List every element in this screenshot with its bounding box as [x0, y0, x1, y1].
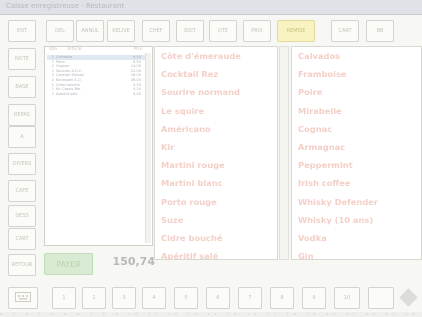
number-button-6[interactable]: 6 — [206, 287, 230, 309]
keyboard-icon — [15, 292, 31, 304]
product-list-scrollbar[interactable] — [279, 46, 289, 260]
number-button-9[interactable]: 9 — [302, 287, 326, 309]
ticket-panel: Qte Article Prix 1 Calvados 6.50 1 Poire 6.5… — [44, 46, 153, 246]
ticket-header-article: Article — [67, 47, 82, 52]
product-item[interactable]: Martini blanc — [155, 174, 277, 192]
title-bar: Caisse enregistreuse - Restaurant — [0, 0, 422, 15]
top-button-discount[interactable]: REMISE — [277, 20, 315, 42]
product-item[interactable]: Irish coffee — [292, 174, 421, 192]
product-item[interactable]: Américano — [155, 120, 277, 138]
product-item[interactable]: Côte d'émeraude — [155, 47, 277, 65]
product-item[interactable]: Framboise — [292, 65, 421, 83]
number-button-7[interactable]: 7 — [238, 287, 262, 309]
number-button-8[interactable]: 8 — [270, 287, 294, 309]
window-title: Caisse enregistreuse - Restaurant — [6, 2, 125, 10]
top-button-price[interactable]: PRIX — [243, 20, 271, 42]
product-list-digestifs: Calvados Framboise Poire Mirabelle Cogna… — [291, 46, 422, 261]
ticket-scrollbar[interactable] — [145, 53, 151, 243]
left-button-base[interactable]: BASE — [8, 76, 36, 98]
product-item[interactable]: Armagnac — [292, 138, 421, 156]
top-button-enter[interactable]: ENT — [8, 20, 36, 42]
top-button-bb[interactable]: BB — [366, 20, 394, 42]
product-item[interactable]: Whisky (10 ans) — [292, 211, 421, 229]
top-button-relive[interactable]: RELIVE — [107, 20, 135, 42]
diamond-icon[interactable] — [399, 288, 418, 307]
ticket-line[interactable]: 1 Aperitif sale 4.00 — [47, 92, 147, 97]
top-button-card[interactable]: CART — [331, 20, 359, 42]
ticket-list[interactable]: 1 Calvados 6.50 1 Poire 6.50 2 Cognac 14.00 1S… — [47, 55, 147, 96]
product-item[interactable]: Cidre bouché — [155, 229, 277, 247]
product-item[interactable]: Calvados — [292, 47, 421, 65]
top-button-chef[interactable]: CHEF — [142, 20, 170, 42]
product-item[interactable]: Apéritif salé — [155, 247, 277, 265]
ticket-header: Qte Article Prix — [45, 47, 152, 54]
top-button-qty[interactable]: QTE — [209, 20, 237, 42]
left-button-cafe[interactable]: CAFE — [8, 180, 36, 202]
left-button-cart[interactable]: CART — [8, 228, 36, 250]
product-item[interactable]: Suze — [155, 211, 277, 229]
product-item[interactable]: Peppermint — [292, 156, 421, 174]
keyboard-button[interactable] — [8, 287, 38, 309]
left-button-a[interactable]: A — [8, 126, 36, 148]
number-button-2[interactable]: 2 — [82, 287, 106, 309]
product-item[interactable]: Le squire — [155, 102, 277, 120]
number-button-3[interactable]: 3 — [112, 287, 136, 309]
product-item[interactable]: Whisky Defender — [292, 193, 421, 211]
product-item[interactable]: Kir — [155, 138, 277, 156]
product-item[interactable]: Mirabelle — [292, 102, 421, 120]
number-button-1[interactable]: 1 — [52, 287, 76, 309]
total-amount: 150,74 — [112, 255, 155, 268]
top-button-delete[interactable]: DEL — [46, 20, 74, 42]
ticket-header-qty: Qte — [49, 47, 58, 52]
top-button-edit[interactable]: EDIT — [176, 20, 204, 42]
left-button-divers[interactable]: DIVERS — [8, 153, 36, 175]
left-button-note[interactable]: NOTE — [8, 48, 36, 70]
left-button-repas[interactable]: REPAS — [8, 104, 36, 126]
product-item[interactable]: Vodka — [292, 229, 421, 247]
number-button-5[interactable]: 5 — [174, 287, 198, 309]
product-item[interactable]: Poire — [292, 83, 421, 101]
product-item[interactable]: Martini rouge — [155, 156, 277, 174]
product-item[interactable]: Cocktail Rez — [155, 65, 277, 83]
product-item[interactable]: Porto rouge — [155, 193, 277, 211]
pay-button[interactable]: PAYER — [44, 253, 93, 275]
left-button-dess[interactable]: DESS — [8, 205, 36, 227]
top-button-cancel[interactable]: ANNUL — [76, 20, 104, 42]
number-button-10[interactable]: 10 — [334, 287, 360, 309]
product-item[interactable]: Gin — [292, 247, 421, 265]
product-item[interactable]: Sourire normand — [155, 83, 277, 101]
number-button-4[interactable]: 4 — [142, 287, 166, 309]
ruler: 0 1 2 3 4 5 6 7 8 9 10 11 12 13 14 15 16… — [0, 312, 422, 317]
decimal-button[interactable]: . — [368, 287, 394, 309]
product-list-aperitifs: Côte d'émeraude Cocktail Rez Sourire nor… — [154, 46, 278, 261]
product-item[interactable]: Cognac — [292, 120, 421, 138]
left-button-retour[interactable]: RETOUR — [8, 254, 36, 276]
